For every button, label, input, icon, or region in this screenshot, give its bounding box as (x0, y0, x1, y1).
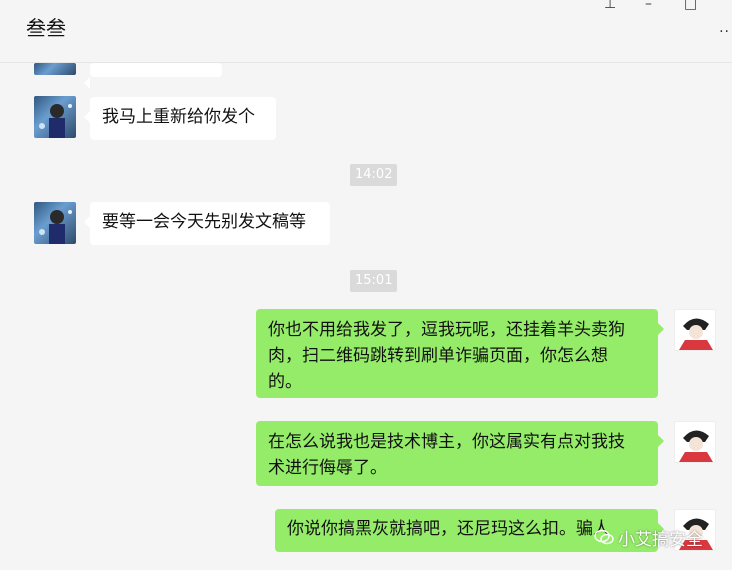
message-text-line: 术进行侮辱了。 (268, 458, 387, 478)
message-bubble-received: 要等一会今天先别发文稿等 (84, 202, 330, 245)
more-icon[interactable]: ·· (719, 24, 730, 40)
message-bubble-received: 我马上重新给你发个 (84, 97, 276, 140)
avatar-image (679, 318, 713, 350)
watermark-text: 小艾搞安全 (618, 530, 703, 550)
my-avatar[interactable] (674, 421, 716, 463)
message-text-line: 的。 (268, 372, 302, 392)
contact-avatar[interactable] (34, 96, 76, 138)
wechat-icon (594, 529, 614, 545)
message-bubble-sent: 在怎么说我也是技术博主，你这属实有点对我技 术进行侮辱了。 (256, 421, 664, 486)
contact-avatar[interactable] (34, 63, 76, 75)
message-text: 要等一会今天先别发文稿等 (102, 212, 306, 232)
avatar-image (679, 430, 713, 462)
message-text: 我马上重新给你发个 (102, 107, 255, 127)
chat-header: 叁叁 ⊥ – □ ·· (0, 0, 732, 63)
message-text: 你说你搞黑灰就搞吧，还尼玛这么扣。骗人 (287, 519, 610, 539)
maximize-icon[interactable]: □ (684, 0, 697, 12)
contact-avatar[interactable] (34, 202, 76, 244)
timestamp: 14:02 (350, 164, 398, 186)
message-text-line: 在怎么说我也是技术博主，你这属实有点对我技 (268, 432, 625, 452)
avatar-image (39, 210, 72, 244)
message-text-line: 你也不用给我发了，逗我玩呢，还挂着羊头卖狗 (268, 320, 625, 340)
my-avatar[interactable] (674, 309, 716, 351)
pin-icon[interactable]: ⊥ (604, 0, 616, 12)
message-bubble-received (84, 63, 222, 89)
timestamp: 15:01 (350, 270, 398, 292)
minimize-icon[interactable]: – (645, 0, 652, 12)
message-text-line: 肉，扫二维码跳转到刷单诈骗页面，你怎么想 (268, 346, 608, 366)
avatar-image (39, 104, 72, 138)
message-bubble-sent: 你也不用给我发了，逗我玩呢，还挂着羊头卖狗 肉，扫二维码跳转到刷单诈骗页面，你怎… (256, 309, 664, 398)
chat-title: 叁叁 (26, 16, 66, 40)
